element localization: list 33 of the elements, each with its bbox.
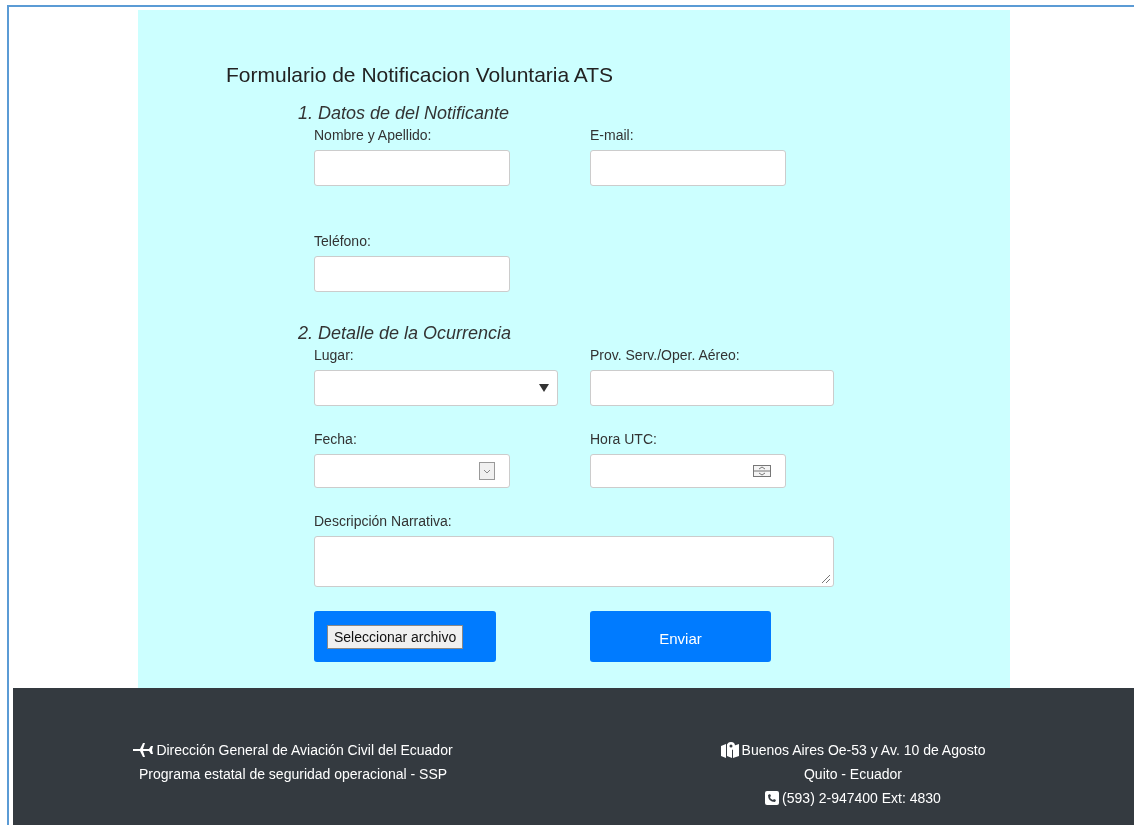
dropdown-field[interactable] bbox=[314, 370, 558, 406]
spinner-icon bbox=[753, 465, 771, 477]
phone-icon bbox=[765, 791, 780, 805]
field-label: Fecha: bbox=[314, 430, 357, 448]
submit-button[interactable]: Enviar bbox=[590, 611, 771, 662]
text-field[interactable] bbox=[590, 370, 834, 406]
footer-text: (593) 2-947400 Ext: 4830 bbox=[782, 790, 941, 806]
text-field[interactable] bbox=[314, 256, 510, 292]
resize-grip-icon bbox=[821, 574, 831, 584]
field-label: Nombre y Apellido: bbox=[314, 126, 432, 144]
field-label: Hora UTC: bbox=[590, 430, 657, 448]
form-title: Formulario de Notificacion Voluntaria ATS bbox=[226, 62, 615, 88]
field-label: Descripción Narrativa: bbox=[314, 512, 452, 530]
footer-text: Buenos Aires Oe-53 y Av. 10 de Agosto bbox=[741, 742, 986, 758]
field-label: Prov. Serv./Oper. Aéreo: bbox=[590, 346, 740, 364]
text-field[interactable] bbox=[590, 150, 786, 186]
section-heading: 2. Detalle de la Ocurrencia bbox=[298, 322, 513, 344]
time-field[interactable] bbox=[590, 454, 786, 488]
footer-text: Quito - Ecuador bbox=[803, 766, 903, 782]
footer-text: Dirección General de Aviación Civil del Ecuador bbox=[156, 742, 453, 758]
text-field[interactable] bbox=[314, 150, 510, 186]
field-label: E-mail: bbox=[590, 126, 634, 144]
chevron-down-icon bbox=[479, 462, 495, 480]
field-label: Teléfono: bbox=[314, 232, 371, 250]
choose-file-button[interactable]: Seleccionar archivo bbox=[327, 624, 464, 649]
map-pin-icon bbox=[720, 742, 739, 758]
caret-icon bbox=[539, 384, 549, 392]
field-label: Lugar: bbox=[314, 346, 354, 364]
text-area[interactable] bbox=[314, 536, 834, 587]
section-heading: 1. Datos de del Notificante bbox=[298, 102, 511, 124]
date-field[interactable] bbox=[314, 454, 510, 488]
airplane-icon bbox=[133, 743, 154, 757]
footer-text: Programa estatal de seguridad operacional - SSP bbox=[138, 766, 448, 782]
